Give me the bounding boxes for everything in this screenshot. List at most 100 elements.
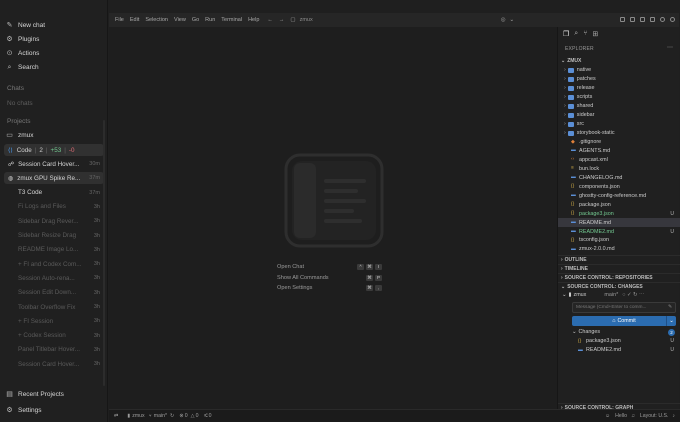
explorer-root-header[interactable]: ⌄ ZMUX bbox=[558, 56, 680, 65]
folder-item[interactable]: › storybook-static bbox=[558, 129, 680, 138]
file-item[interactable]: ▬ AGENTS.md bbox=[558, 147, 680, 156]
folder-item[interactable]: › src bbox=[558, 120, 680, 129]
commit-message-input[interactable]: Message (Cmd+Enter to comm... ✎ bbox=[572, 302, 676, 313]
menu-run[interactable]: Run bbox=[205, 17, 215, 23]
extensions-icon[interactable]: ⊞ bbox=[592, 30, 598, 38]
sync-icon[interactable]: ↻ bbox=[170, 413, 174, 419]
chat-item[interactable]: Session Edit Down... 3h bbox=[4, 287, 104, 299]
status-errors[interactable]: 0 bbox=[185, 413, 188, 419]
file-item[interactable]: ▬ ghostty-config-reference.md bbox=[558, 191, 680, 200]
folder-item[interactable]: › shared bbox=[558, 102, 680, 111]
plugins-button[interactable]: ⚙ Plugins bbox=[6, 36, 39, 43]
chat-item[interactable]: Session Auto-rena... 3h bbox=[4, 272, 104, 284]
chat-item[interactable]: ◍ zmux GPU Spike Re... 37m bbox=[4, 172, 104, 185]
folder-item[interactable]: › scripts bbox=[558, 93, 680, 102]
code-row[interactable]: ⟨⟩ Code | 2 | +53 | -0 bbox=[4, 144, 104, 156]
chat-item[interactable]: Session Card Hover... 3h bbox=[4, 358, 104, 370]
project-zmux[interactable]: ▭ zmux bbox=[6, 132, 33, 139]
commit-button[interactable]: ⌂ Commit ⌄ bbox=[572, 316, 676, 326]
changes-group[interactable]: ⌄ Changes 2 bbox=[558, 328, 680, 337]
section-header[interactable]: › TIMELINE bbox=[558, 264, 680, 273]
chat-item[interactable]: T3 Code 37m bbox=[4, 187, 104, 199]
file-item[interactable]: ▬ CHANGELOG.md bbox=[558, 173, 680, 182]
files-icon[interactable]: ❐ bbox=[563, 30, 569, 38]
menu-file[interactable]: File bbox=[115, 17, 124, 23]
menu-help[interactable]: Help bbox=[248, 17, 259, 23]
layout-sidebar-icon[interactable] bbox=[630, 17, 635, 22]
chat-item[interactable]: + Codex Session 3h bbox=[4, 330, 104, 342]
status-hello[interactable]: Hello bbox=[615, 413, 627, 419]
file-item[interactable]: ≡ bun.lock bbox=[558, 164, 680, 173]
section-header[interactable]: › OUTLINE bbox=[558, 255, 680, 264]
file-item[interactable]: {} components.json bbox=[558, 182, 680, 191]
md-file-icon: ▬ bbox=[571, 148, 576, 154]
source-control-icon[interactable]: ⑂ bbox=[583, 30, 587, 38]
folder-item[interactable]: › native bbox=[558, 66, 680, 75]
chat-item[interactable]: Panel Titlebar Hover... 3h bbox=[4, 344, 104, 356]
file-item[interactable]: {} package3.json U bbox=[558, 209, 680, 218]
chat-item[interactable]: + FI Session 3h bbox=[4, 315, 104, 327]
layout-editor-icon[interactable] bbox=[640, 17, 645, 22]
sidebar-scrollbar[interactable] bbox=[103, 120, 105, 386]
status-ports[interactable]: 0 bbox=[209, 413, 212, 419]
layout-aux-icon[interactable] bbox=[650, 17, 655, 22]
chat-item[interactable]: README Image Lo... 3h bbox=[4, 244, 104, 256]
status-branch[interactable]: main* bbox=[154, 413, 167, 419]
forward-arrow-icon[interactable]: → bbox=[279, 17, 285, 23]
chat-item[interactable]: Sidebar Drag Rever... 3h bbox=[4, 215, 104, 227]
new-chat-button[interactable]: ✎ New chat bbox=[6, 22, 46, 29]
file-item[interactable]: ◆ .gitignore bbox=[558, 138, 680, 147]
menu-edit[interactable]: Edit bbox=[130, 17, 139, 23]
menu-selection[interactable]: Selection bbox=[145, 17, 168, 23]
folder-item[interactable]: › patches bbox=[558, 75, 680, 84]
file-item[interactable]: {} tsconfig.json bbox=[558, 236, 680, 245]
file-item[interactable]: ‹› appcast.xml bbox=[558, 156, 680, 165]
folder-item[interactable]: › sidebar bbox=[558, 111, 680, 120]
actions-button[interactable]: ⊙ Actions bbox=[6, 50, 40, 57]
chevron-down-icon[interactable]: ⌄ bbox=[510, 17, 515, 23]
commit-dropdown-chevron-icon[interactable]: ⌄ bbox=[666, 316, 676, 326]
remote-icon[interactable]: ⇄ bbox=[114, 413, 118, 419]
section-header[interactable]: ⌄ SOURCE CONTROL: CHANGES bbox=[558, 282, 680, 291]
file-item[interactable]: ▬ zmux-2.0.0.md bbox=[558, 245, 680, 254]
shortcut-open-settings[interactable]: Open Settings ⌘ , bbox=[277, 285, 382, 291]
chat-item[interactable]: Sidebar Resize Drag 3h bbox=[4, 230, 104, 242]
chat-item[interactable]: ☍ Session Card Hover... 30m bbox=[4, 158, 104, 170]
scm-actions-icon[interactable]: ○ ✓ ↻ ⋯ bbox=[622, 292, 644, 298]
menu-go[interactable]: Go bbox=[192, 17, 199, 23]
file-item[interactable]: {} package.json bbox=[558, 200, 680, 209]
manage-gear-icon[interactable] bbox=[670, 17, 675, 22]
search-view-icon[interactable]: ⌕ bbox=[574, 30, 578, 38]
sparkle-icon[interactable]: ✎ bbox=[668, 305, 672, 310]
status-repo[interactable]: zmux bbox=[132, 413, 144, 419]
recent-projects-button[interactable]: ▤ Recent Projects bbox=[6, 391, 64, 398]
shortcut-open-chat[interactable]: Open Chat ^ ⌘ I bbox=[277, 264, 382, 270]
copilot-icon[interactable]: ◎ bbox=[501, 17, 506, 23]
folder-item[interactable]: › release bbox=[558, 84, 680, 93]
menu-view[interactable]: View bbox=[174, 17, 186, 23]
shortcut-show-all-commands[interactable]: Show All Commands ⌘ P bbox=[277, 275, 382, 281]
chat-item[interactable]: + FI and Codex Com... 3h bbox=[4, 258, 104, 270]
feedback-icon[interactable]: ☺ bbox=[605, 413, 610, 419]
more-actions-icon[interactable]: ⋯ bbox=[667, 44, 673, 51]
settings-button[interactable]: ⚙ Settings bbox=[6, 407, 41, 414]
account-icon[interactable] bbox=[660, 17, 665, 22]
changed-file-item[interactable]: ▬ README2.md U bbox=[558, 346, 680, 355]
search-box-icon[interactable]: ▢ bbox=[290, 17, 295, 23]
menu-terminal[interactable]: Terminal bbox=[221, 17, 242, 23]
changed-file-item[interactable]: {} package3.json U bbox=[558, 337, 680, 346]
scm-repo-row[interactable]: ⌄ ▮ zmux main* ○ ✓ ↻ ⋯ bbox=[558, 291, 680, 300]
bell-icon[interactable]: ♪ bbox=[672, 413, 675, 419]
layout-panel-icon[interactable] bbox=[620, 17, 625, 22]
chat-item[interactable]: Toolbar Overflow Fix 3h bbox=[4, 301, 104, 313]
section-header[interactable]: › SOURCE CONTROL: REPOSITORIES bbox=[558, 273, 680, 282]
file-item[interactable]: ▬ README.md bbox=[558, 218, 680, 228]
status-warnings[interactable]: 0 bbox=[196, 413, 199, 419]
file-item[interactable]: ▬ README2.md U bbox=[558, 227, 680, 236]
back-arrow-icon[interactable]: ← bbox=[267, 17, 273, 23]
command-center-search[interactable]: zmux bbox=[300, 17, 313, 23]
status-layout[interactable]: Layout: U.S. bbox=[640, 413, 669, 419]
chat-item[interactable]: Fi Logs and Files 3h bbox=[4, 201, 104, 213]
search-button[interactable]: ⌕ Search bbox=[6, 64, 39, 71]
notification-icon[interactable]: ♫ bbox=[631, 413, 635, 419]
